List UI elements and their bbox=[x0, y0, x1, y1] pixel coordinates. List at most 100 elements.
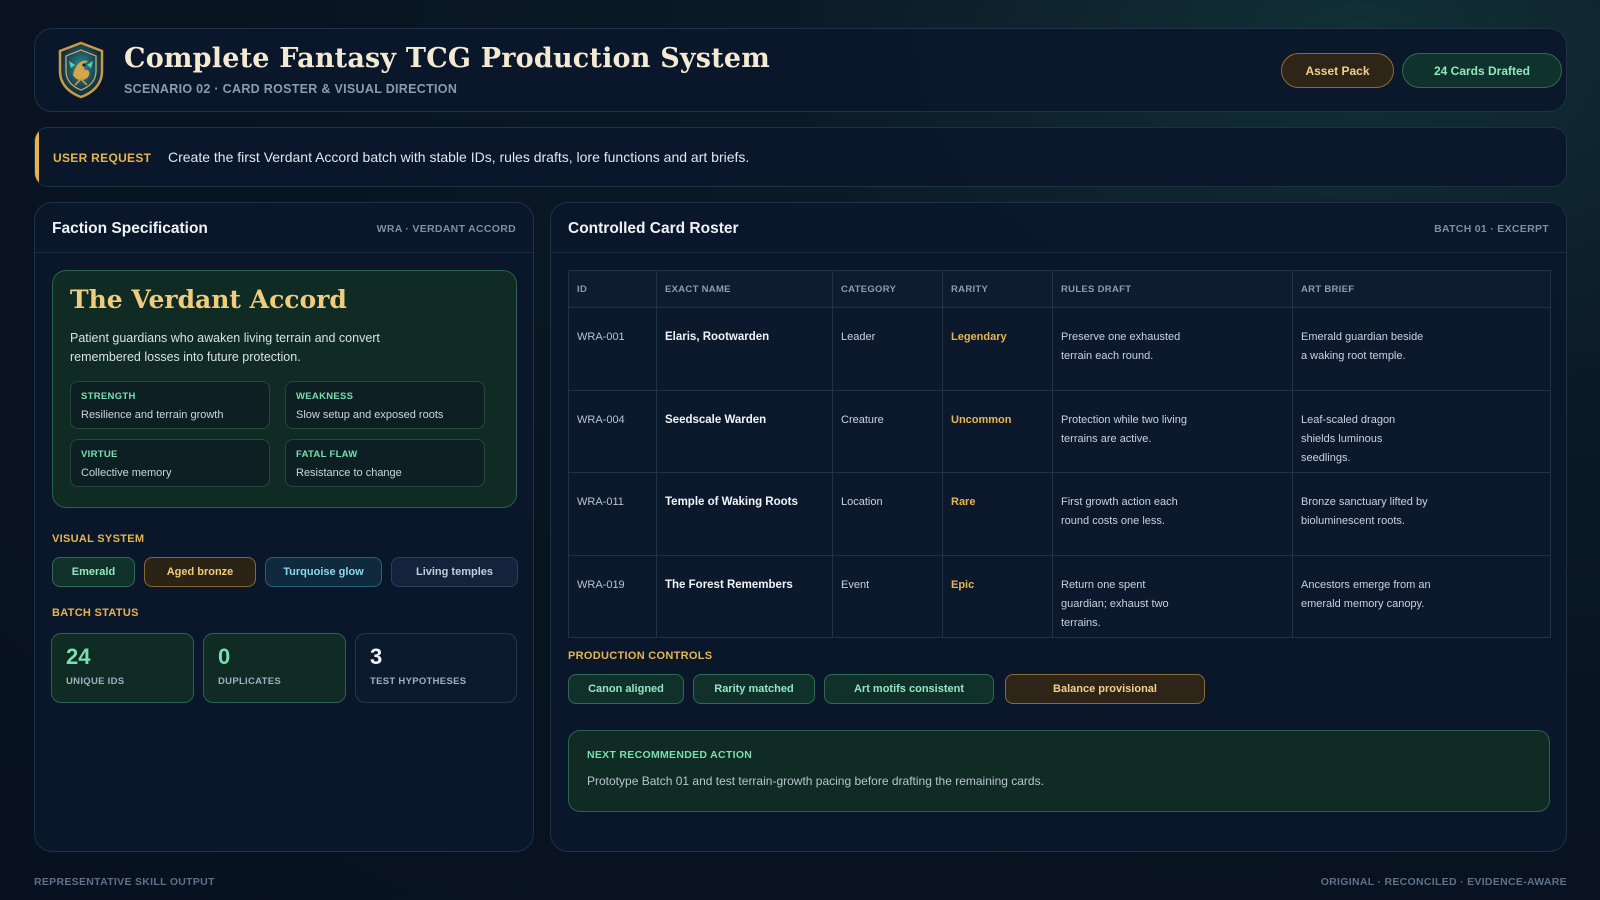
stat-label: TEST HYPOTHESES bbox=[370, 676, 467, 687]
next-action-label: NEXT RECOMMENDED ACTION bbox=[587, 749, 753, 761]
trait-strength: STRENGTH Resilience and terrain growth bbox=[70, 381, 270, 429]
table-header-row: ID EXACT NAME CATEGORY RARITY RULES DRAF… bbox=[568, 270, 1551, 308]
card-name: The Forest Remembers bbox=[656, 554, 833, 638]
card-rules: Preserve one exhausted terrain each roun… bbox=[1052, 307, 1293, 391]
dragon-crest-icon bbox=[58, 41, 104, 99]
request-label: USER REQUEST bbox=[53, 151, 152, 165]
rules-text: First growth action each round costs one… bbox=[1061, 496, 1178, 527]
card-name: Temple of Waking Roots bbox=[656, 472, 833, 556]
app-subtitle: SCENARIO 02 · CARD ROSTER & VISUAL DIREC… bbox=[124, 82, 458, 96]
faction-description: Patient guardians who awaken living terr… bbox=[70, 331, 380, 364]
card-rules: Protection while two living terrains are… bbox=[1052, 389, 1293, 473]
trait-value: Resistance to change bbox=[296, 467, 402, 479]
control-balance-provisional[interactable]: Balance provisional bbox=[1005, 674, 1205, 704]
art-text: Ancestors emerge from an emerald memory … bbox=[1301, 578, 1431, 610]
stat-label: UNIQUE IDS bbox=[66, 676, 125, 687]
stat-value: 3 bbox=[370, 644, 383, 669]
roster-panel-title: Controlled Card Roster bbox=[568, 220, 739, 237]
trait-label: FATAL FLAW bbox=[296, 449, 358, 460]
card-art-brief: Leaf-scaled dragon shields luminous seed… bbox=[1292, 389, 1551, 473]
art-text: Leaf-scaled dragon shields luminous seed… bbox=[1301, 413, 1396, 464]
asset-pack-button[interactable]: Asset Pack bbox=[1281, 53, 1394, 88]
rules-text: Preserve one exhausted terrain each roun… bbox=[1061, 331, 1181, 362]
trait-fatal-flaw: FATAL FLAW Resistance to change bbox=[285, 439, 485, 487]
trait-value: Resilience and terrain growth bbox=[81, 409, 224, 421]
card-id: WRA-001 bbox=[568, 307, 657, 391]
art-text: Bronze sanctuary lifted by bioluminescen… bbox=[1301, 496, 1428, 527]
trait-value: Slow setup and exposed roots bbox=[296, 409, 444, 421]
visual-system-label: VISUAL SYSTEM bbox=[52, 533, 145, 545]
card-name: Seedscale Warden bbox=[656, 389, 833, 473]
column-header[interactable]: RULES DRAFT bbox=[1052, 270, 1293, 308]
table-row[interactable]: WRA-019 The Forest Remembers Event Epic … bbox=[568, 554, 1551, 638]
stat-value: 24 bbox=[66, 644, 91, 669]
rules-text: Protection while two living terrains are… bbox=[1061, 413, 1187, 445]
card-art-brief: Bronze sanctuary lifted by bioluminescen… bbox=[1292, 472, 1551, 556]
table-row[interactable]: WRA-011 Temple of Waking Roots Location … bbox=[568, 472, 1551, 556]
column-header[interactable]: EXACT NAME bbox=[656, 270, 833, 308]
trait-label: STRENGTH bbox=[81, 391, 136, 402]
card-rules: First growth action each round costs one… bbox=[1052, 472, 1293, 556]
art-text: Emerald guardian beside a waking root te… bbox=[1301, 331, 1424, 362]
batch-status-label: BATCH STATUS bbox=[52, 607, 139, 619]
trait-weakness: WEAKNESS Slow setup and exposed roots bbox=[285, 381, 485, 429]
card-id: WRA-011 bbox=[568, 472, 657, 556]
request-text: Create the first Verdant Accord batch wi… bbox=[168, 149, 750, 165]
card-id: WRA-019 bbox=[568, 554, 657, 638]
column-header[interactable]: ART BRIEF bbox=[1292, 270, 1551, 308]
roster-panel-header: Controlled Card Roster BATCH 01 · EXCERP… bbox=[551, 203, 1566, 253]
card-roster-panel: Controlled Card Roster BATCH 01 · EXCERP… bbox=[550, 202, 1567, 852]
card-rarity: Uncommon bbox=[942, 389, 1053, 473]
card-art-brief: Ancestors emerge from an emerald memory … bbox=[1292, 554, 1551, 638]
card-rarity: Epic bbox=[942, 554, 1053, 638]
cards-drafted-badge[interactable]: 24 Cards Drafted bbox=[1402, 53, 1562, 88]
column-header[interactable]: CATEGORY bbox=[832, 270, 943, 308]
rules-text: Return one spent guardian; exhaust two t… bbox=[1061, 578, 1169, 629]
card-category: Event bbox=[832, 554, 943, 638]
card-rarity: Legendary bbox=[942, 307, 1053, 391]
faction-panel-header: Faction Specification WRA · VERDANT ACCO… bbox=[35, 203, 533, 253]
card-category: Leader bbox=[832, 307, 943, 391]
stat-value: 0 bbox=[218, 644, 231, 669]
column-header[interactable]: ID bbox=[568, 270, 657, 308]
column-header[interactable]: RARITY bbox=[942, 270, 1053, 308]
user-request-bar: USER REQUEST Create the first Verdant Ac… bbox=[34, 127, 1567, 187]
app-header: Complete Fantasy TCG Production System S… bbox=[34, 28, 1567, 112]
card-category: Location bbox=[832, 472, 943, 556]
faction-specification-panel: Faction Specification WRA · VERDANT ACCO… bbox=[34, 202, 534, 852]
production-controls-label: PRODUCTION CONTROLS bbox=[568, 650, 713, 662]
visual-chip-aged-bronze[interactable]: Aged bronze bbox=[144, 557, 256, 587]
next-action-text: Prototype Batch 01 and test terrain-grow… bbox=[587, 774, 1044, 788]
card-rules: Return one spent guardian; exhaust two t… bbox=[1052, 554, 1293, 638]
faction-name: The Verdant Accord bbox=[70, 285, 347, 314]
stat-unique-ids: 24 UNIQUE IDS bbox=[51, 633, 194, 703]
control-art-motifs-consistent[interactable]: Art motifs consistent bbox=[824, 674, 994, 704]
stat-label: DUPLICATES bbox=[218, 676, 281, 687]
stat-duplicates: 0 DUPLICATES bbox=[203, 633, 346, 703]
table-row[interactable]: WRA-001 Elaris, Rootwarden Leader Legend… bbox=[568, 307, 1551, 391]
card-roster-table: ID EXACT NAME CATEGORY RARITY RULES DRAF… bbox=[568, 270, 1551, 638]
trait-virtue: VIRTUE Collective memory bbox=[70, 439, 270, 487]
faction-panel-tag: WRA · VERDANT ACCORD bbox=[376, 223, 516, 235]
card-art-brief: Emerald guardian beside a waking root te… bbox=[1292, 307, 1551, 391]
card-category: Creature bbox=[832, 389, 943, 473]
roster-panel-tag: BATCH 01 · EXCERPT bbox=[1434, 223, 1549, 235]
card-name: Elaris, Rootwarden bbox=[656, 307, 833, 391]
footer-right: ORIGINAL · RECONCILED · EVIDENCE-AWARE bbox=[1320, 876, 1567, 888]
trait-value: Collective memory bbox=[81, 467, 172, 479]
faction-card: The Verdant Accord Patient guardians who… bbox=[52, 270, 517, 508]
visual-chip-turquoise-glow[interactable]: Turquoise glow bbox=[265, 557, 382, 587]
visual-chip-emerald[interactable]: Emerald bbox=[52, 557, 135, 587]
trait-label: WEAKNESS bbox=[296, 391, 354, 402]
control-canon-aligned[interactable]: Canon aligned bbox=[568, 674, 684, 704]
footer-left: REPRESENTATIVE SKILL OUTPUT bbox=[34, 876, 215, 888]
trait-label: VIRTUE bbox=[81, 449, 118, 460]
app-title: Complete Fantasy TCG Production System bbox=[124, 43, 771, 74]
table-row[interactable]: WRA-004 Seedscale Warden Creature Uncomm… bbox=[568, 389, 1551, 473]
card-rarity: Rare bbox=[942, 472, 1053, 556]
control-rarity-matched[interactable]: Rarity matched bbox=[693, 674, 815, 704]
stat-test-hypotheses: 3 TEST HYPOTHESES bbox=[355, 633, 517, 703]
card-id: WRA-004 bbox=[568, 389, 657, 473]
visual-chip-living-temples[interactable]: Living temples bbox=[391, 557, 518, 587]
faction-panel-title: Faction Specification bbox=[52, 220, 208, 237]
